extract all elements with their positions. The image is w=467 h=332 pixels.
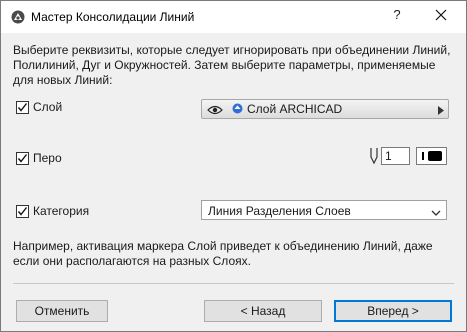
back-button[interactable]: < Назад — [204, 300, 322, 322]
dialog-window: Мастер Консолидации Линий ? Выберите рек… — [0, 0, 467, 332]
pen-checkbox-row[interactable]: Перо — [16, 151, 62, 165]
pen-icon — [369, 147, 379, 168]
layer-icon — [232, 103, 243, 117]
pen-color-box — [428, 151, 442, 161]
layer-checkbox[interactable] — [16, 100, 29, 114]
category-value: Линия Разделения Слоев — [208, 204, 351, 218]
eye-icon[interactable] — [207, 104, 223, 118]
category-label: Категория — [33, 204, 90, 218]
checkmark-icon — [17, 153, 28, 163]
layer-label: Слой — [33, 100, 63, 114]
category-dropdown[interactable]: Линия Разделения Слоев — [201, 200, 447, 220]
next-button[interactable]: Вперед > — [334, 300, 452, 322]
checkmark-icon — [17, 102, 28, 112]
category-checkbox-row[interactable]: Категория — [16, 204, 89, 218]
checkmark-icon — [17, 206, 28, 216]
instructions-text: Выберите реквизиты, которые следует игно… — [13, 43, 451, 87]
hint-text: Например, активация маркера Слой приведе… — [13, 239, 433, 268]
help-button[interactable]: ? — [387, 7, 407, 22]
archicad-logo-icon — [11, 10, 25, 24]
chevron-down-icon — [431, 206, 441, 220]
pen-color-swatch[interactable] — [416, 147, 447, 165]
window-title: Мастер Консолидации Линий — [31, 10, 195, 24]
cancel-button[interactable]: Отменить — [16, 300, 108, 322]
pen-label: Перо — [33, 151, 62, 165]
layer-value: Слой ARCHICAD — [247, 102, 343, 116]
pen-checkbox[interactable] — [16, 151, 29, 165]
pen-number-input[interactable]: 1 — [381, 147, 410, 165]
pen-weight-bar — [422, 152, 424, 160]
close-icon[interactable] — [431, 5, 451, 25]
title-bar: Мастер Консолидации Линий ? — [1, 1, 466, 33]
divider — [13, 283, 454, 284]
layer-selector[interactable]: Слой ARCHICAD — [201, 99, 449, 119]
arrow-right-icon[interactable] — [438, 104, 444, 118]
category-checkbox[interactable] — [16, 204, 29, 218]
layer-checkbox-row[interactable]: Слой — [16, 100, 62, 114]
